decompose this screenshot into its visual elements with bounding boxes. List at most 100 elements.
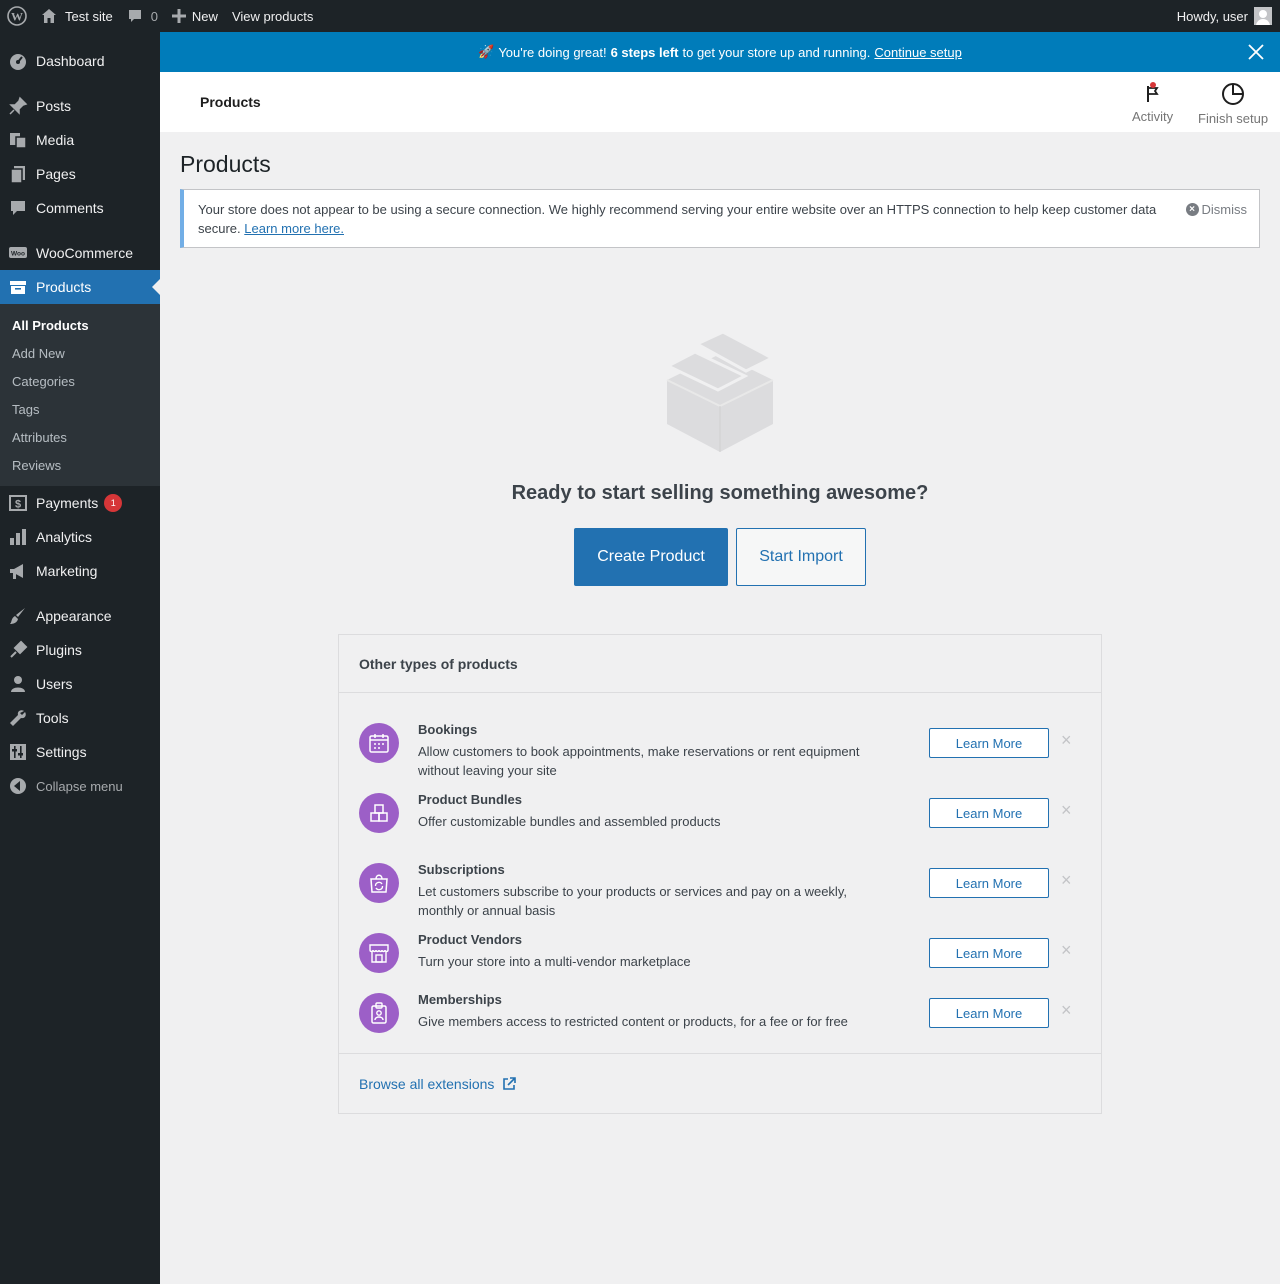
page-title: Products <box>180 151 271 177</box>
dismiss-x-icon[interactable]: × <box>1061 1000 1072 1021</box>
svg-text:$: $ <box>15 499 21 511</box>
bar-chart-icon <box>0 527 36 547</box>
new-label: New <box>191 8 218 24</box>
main-content: Products Your store does not appear to b… <box>180 132 1260 1114</box>
activity-button[interactable]: Activity <box>1132 82 1173 124</box>
banner-post-text: to get your store up and running. <box>682 44 871 60</box>
woocommerce-header: Products Activity Finish setup <box>160 72 1280 132</box>
comments-count: 0 <box>150 8 158 24</box>
learn-more-bundles-button[interactable]: Learn More <box>929 798 1049 828</box>
wordpress-logo-icon[interactable]: W <box>0 0 34 32</box>
learn-more-subscriptions-button[interactable]: Learn More <box>929 868 1049 898</box>
rocket-emoji: 🚀 <box>478 44 495 59</box>
home-icon <box>41 8 57 24</box>
menu-plugins-label: Plugins <box>36 642 82 658</box>
menu-products[interactable]: Products <box>0 270 160 304</box>
empty-state: Ready to start selling something awesome… <box>180 330 1260 586</box>
menu-tools[interactable]: Tools <box>0 701 160 735</box>
browse-extensions-link[interactable]: Browse all extensions <box>339 1053 1101 1113</box>
menu-analytics-label: Analytics <box>36 529 93 545</box>
extension-description: Offer customizable bundles and assembled… <box>418 814 721 829</box>
submenu-attributes[interactable]: Attributes <box>0 424 160 452</box>
collapse-arrow-icon <box>0 777 36 795</box>
menu-analytics[interactable]: Analytics <box>0 520 160 554</box>
extension-name: Product Bundles <box>418 792 523 807</box>
admin-sidebar: Dashboard Posts Media Pages Comments Woo… <box>0 32 160 1284</box>
comments-link[interactable]: 0 <box>120 0 165 32</box>
subscription-bag-icon <box>359 863 399 903</box>
svg-text:W: W <box>11 10 23 24</box>
extension-description: Allow customers to book appointments, ma… <box>418 744 860 778</box>
menu-posts[interactable]: Posts <box>0 89 160 123</box>
collapse-menu-button[interactable]: Collapse menu <box>0 769 160 803</box>
submenu-categories[interactable]: Categories <box>0 368 160 396</box>
new-content-link[interactable]: New <box>165 0 225 32</box>
extensions-list: Bookings Allow customers to book appoint… <box>339 693 1101 1053</box>
menu-users[interactable]: Users <box>0 667 160 701</box>
dismiss-x-icon[interactable]: × <box>1061 940 1072 961</box>
learn-more-vendors-button[interactable]: Learn More <box>929 938 1049 968</box>
menu-appearance[interactable]: Appearance <box>0 599 160 633</box>
dismiss-x-icon[interactable]: × <box>1061 730 1072 751</box>
menu-pages[interactable]: Pages <box>0 157 160 191</box>
paintbrush-icon <box>0 606 36 626</box>
dismiss-x-icon[interactable]: × <box>1061 870 1072 891</box>
menu-payments-label: Payments <box>36 495 99 511</box>
menu-comments[interactable]: Comments <box>0 191 160 225</box>
svg-text:Woo: Woo <box>11 251 25 258</box>
site-name-link[interactable]: Test site <box>34 0 120 32</box>
storefront-icon <box>359 933 399 973</box>
submenu-add-new[interactable]: Add New <box>0 340 160 368</box>
menu-plugins[interactable]: Plugins <box>0 633 160 667</box>
menu-woocommerce[interactable]: Woo WooCommerce <box>0 236 160 270</box>
extension-name: Memberships <box>418 992 502 1007</box>
extension-item-subscriptions: Subscriptions Let customers subscribe to… <box>359 843 1081 923</box>
extension-description: Give members access to restricted conten… <box>418 1014 848 1029</box>
close-icon[interactable] <box>1246 42 1266 62</box>
extension-item-bookings: Bookings Allow customers to book appoint… <box>359 703 1081 783</box>
menu-posts-label: Posts <box>36 98 72 114</box>
extension-item-product-vendors: Product Vendors Turn your store into a m… <box>359 923 1081 983</box>
flag-icon <box>1142 82 1164 109</box>
extension-item-memberships: Memberships Give members access to restr… <box>359 983 1081 1043</box>
continue-setup-link[interactable]: Continue setup <box>874 45 961 60</box>
menu-pages-label: Pages <box>36 166 76 182</box>
learn-more-memberships-button[interactable]: Learn More <box>929 998 1049 1028</box>
extension-description: Let customers subscribe to your products… <box>418 884 847 918</box>
submenu-tags[interactable]: Tags <box>0 396 160 424</box>
user-account-menu[interactable]: Howdy, user <box>1170 0 1280 32</box>
finish-setup-label: Finish setup <box>1198 111 1269 126</box>
other-product-types-card: Other types of products Bookings Allow c… <box>338 634 1102 1114</box>
start-import-button[interactable]: Start Import <box>736 528 866 586</box>
dismiss-x-icon[interactable]: × <box>1061 800 1072 821</box>
empty-state-actions: Create Product Start Import <box>180 528 1260 586</box>
submenu-reviews[interactable]: Reviews <box>0 452 160 480</box>
empty-state-heading: Ready to start selling something awesome… <box>511 482 929 504</box>
menu-dashboard-label: Dashboard <box>36 53 105 69</box>
collapse-menu-label: Collapse menu <box>36 778 123 794</box>
user-icon <box>0 674 36 694</box>
sliders-icon <box>0 742 36 762</box>
extension-name: Subscriptions <box>418 862 505 877</box>
dismiss-button[interactable]: × Dismiss <box>1185 200 1248 219</box>
calendar-icon <box>359 723 399 763</box>
external-link-icon <box>502 1076 517 1091</box>
menu-marketing-label: Marketing <box>36 563 98 579</box>
wrench-icon <box>0 708 36 728</box>
menu-media[interactable]: Media <box>0 123 160 157</box>
empty-box-illustration <box>664 330 776 454</box>
menu-marketing[interactable]: Marketing <box>0 554 160 588</box>
dismiss-label: Dismiss <box>1201 202 1248 217</box>
learn-more-link[interactable]: Learn more here. <box>244 221 344 236</box>
finish-setup-button[interactable]: Finish setup <box>1198 82 1268 126</box>
member-badge-icon <box>359 993 399 1033</box>
archive-box-icon <box>0 277 36 297</box>
learn-more-bookings-button[interactable]: Learn More <box>929 728 1049 758</box>
menu-dashboard[interactable]: Dashboard <box>0 44 160 78</box>
menu-payments[interactable]: $ Payments 1 <box>0 486 160 520</box>
dismiss-x-icon: × <box>1185 203 1199 216</box>
create-product-button[interactable]: Create Product <box>574 528 728 586</box>
menu-settings[interactable]: Settings <box>0 735 160 769</box>
view-products-link[interactable]: View products <box>225 0 320 32</box>
submenu-all-products[interactable]: All Products <box>0 312 160 340</box>
